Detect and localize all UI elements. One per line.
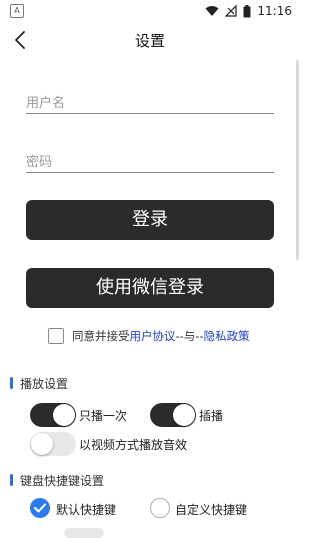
username-placeholder: 用户名 <box>26 96 66 111</box>
section-marker <box>10 474 13 486</box>
custom-shortcut-label: 自定义快捷键 <box>175 503 248 517</box>
user-agreement-link[interactable]: 用户协议 <box>130 328 176 344</box>
notification-icon: A <box>10 4 24 18</box>
insert-play-label: 插播 <box>199 409 224 423</box>
partial-toggle[interactable] <box>64 528 104 538</box>
signal-icon <box>225 5 238 17</box>
status-time: 11:16 <box>257 4 292 18</box>
scrollbar[interactable] <box>296 60 299 260</box>
section-marker <box>10 377 13 389</box>
page-title: 设置 <box>134 32 165 50</box>
top-bar: 设置 <box>0 22 300 58</box>
toggle-insert-play[interactable] <box>150 403 196 427</box>
agreement-prefix: 同意并接受 <box>72 329 130 343</box>
default-shortcut-radio[interactable] <box>30 498 50 518</box>
status-bar: A 11:16 <box>0 0 300 22</box>
keyboard-shortcut-header: 键盘快捷键设置 <box>10 472 104 488</box>
check-icon <box>34 503 46 513</box>
wifi-icon <box>205 6 219 16</box>
battery-icon <box>243 4 251 17</box>
play-once-label: 只播一次 <box>79 409 128 423</box>
playback-settings-header: 播放设置 <box>10 375 68 391</box>
wechat-login-button[interactable]: 使用微信登录 <box>26 268 274 308</box>
keyboard-shortcut-title: 键盘快捷键设置 <box>20 473 105 488</box>
username-field[interactable]: 用户名 <box>26 89 274 114</box>
privacy-policy-link[interactable]: 隐私政策 <box>204 328 250 344</box>
agreement-checkbox[interactable] <box>48 328 64 344</box>
status-icons: 11:16 <box>205 3 292 19</box>
play-as-video-label: 以视频方式播放音效 <box>79 438 188 452</box>
login-button[interactable]: 登录 <box>26 200 274 240</box>
password-placeholder: 密码 <box>26 155 53 170</box>
password-field[interactable]: 密码 <box>26 148 274 173</box>
toggle-play-as-video[interactable] <box>30 432 76 456</box>
toggle-play-once[interactable] <box>30 403 76 427</box>
playback-settings-title: 播放设置 <box>20 376 69 391</box>
default-shortcut-label: 默认快捷键 <box>56 503 117 517</box>
agreement-separator: --与-- <box>175 329 204 343</box>
agreement-row: 同意并接受 用户协议 --与-- 隐私政策 <box>48 327 250 345</box>
custom-shortcut-radio[interactable] <box>150 498 170 518</box>
